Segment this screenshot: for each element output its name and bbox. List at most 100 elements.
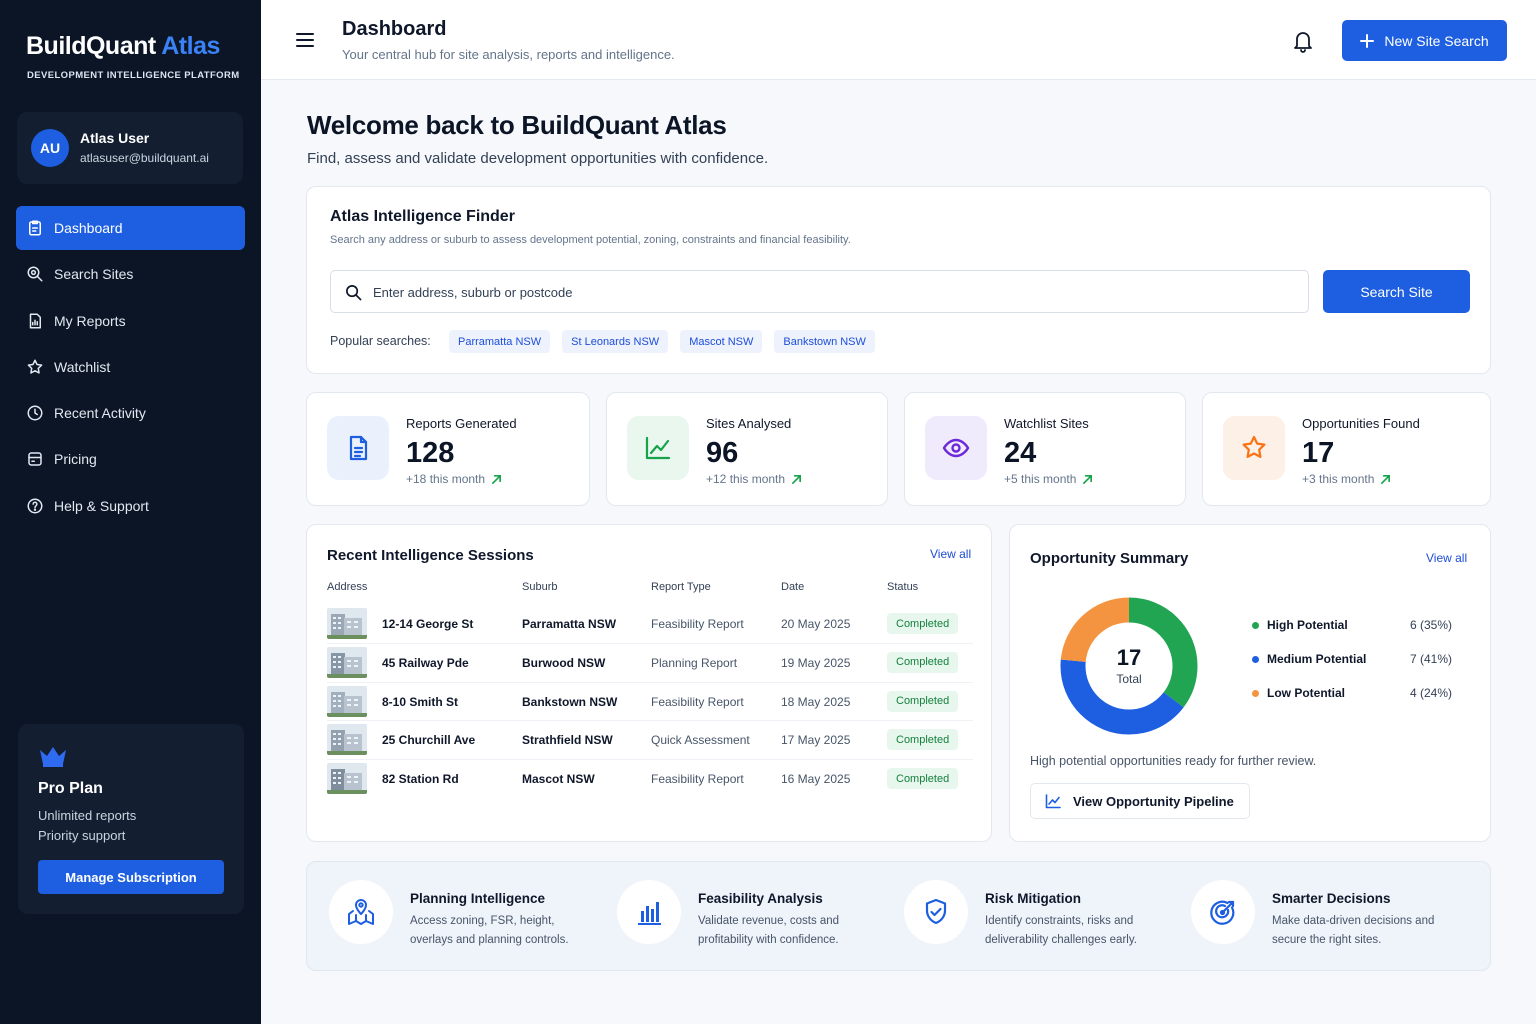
view-pipeline-button[interactable]: View Opportunity Pipeline [1030, 783, 1250, 819]
sidebar-item-label: My Reports [54, 312, 126, 329]
stat-delta: +3 this month [1302, 472, 1391, 486]
legend-label: Medium Potential [1267, 652, 1367, 666]
sessions-view-all-link[interactable]: View all [930, 547, 971, 561]
search-field[interactable] [330, 270, 1309, 313]
search-input[interactable] [373, 279, 1293, 305]
column-header: Status [887, 581, 919, 593]
trend-up-icon [1381, 474, 1391, 484]
stat-delta-text: +5 this month [1004, 472, 1077, 486]
chart-line-icon [1045, 794, 1061, 809]
stat-icon-bg [327, 416, 389, 480]
page-subtitle: Your central hub for site analysis, repo… [342, 47, 675, 62]
top-header: Dashboard Your central hub for site anal… [261, 0, 1536, 80]
property-thumbnail [327, 646, 367, 678]
stat-card-reports[interactable]: Reports Generated 128 +18 this month [306, 392, 590, 506]
cell-address: 12-14 George St [382, 617, 474, 631]
stat-value: 17 [1302, 437, 1335, 469]
plus-icon [1360, 33, 1375, 48]
feature-title: Planning Intelligence [410, 891, 546, 906]
status-badge: Completed [887, 729, 959, 751]
star-icon [1242, 435, 1266, 458]
feature-description: overlays and planning controls. [410, 934, 569, 946]
sessions-title: Recent Intelligence Sessions [327, 547, 534, 564]
legend-label: Low Potential [1267, 686, 1345, 700]
sidebar-item-pricing[interactable]: Pricing [16, 437, 245, 481]
stat-icon-bg [627, 416, 689, 480]
stat-delta: +5 this month [1004, 472, 1093, 486]
table-row[interactable]: 12-14 George St Parramatta NSW Feasibility… [327, 605, 973, 644]
plan-feature: Unlimited reports [38, 808, 137, 823]
user-card[interactable]: AU Atlas User atlasuser@buildquant.ai [17, 112, 243, 184]
stat-delta: +18 this month [406, 472, 502, 486]
popular-search-chip[interactable]: St Leonards NSW [562, 330, 669, 353]
popular-search-chip[interactable]: Parramatta NSW [449, 330, 551, 353]
stat-card-watchlist[interactable]: Watchlist Sites 24 +5 this month [904, 392, 1186, 506]
sidebar-item-help-support[interactable]: Help & Support [16, 484, 245, 528]
cell-date: 20 May 2025 [781, 617, 851, 631]
menu-icon[interactable] [294, 29, 316, 51]
chart-line-icon [645, 436, 671, 460]
sidebar-item-label: Search Sites [54, 266, 134, 283]
legend-value: 7 (41%) [1410, 652, 1453, 666]
stat-icon-bg [925, 416, 987, 480]
stat-value: 96 [706, 437, 739, 469]
feature-description: Access zoning, FSR, height, [410, 915, 555, 927]
status-badge: Completed [887, 613, 959, 634]
eye-icon [942, 438, 970, 458]
cell-report-type: Planning Report [651, 655, 738, 670]
feature-title: Risk Mitigation [985, 891, 1082, 906]
legend-value: 4 (24%) [1410, 686, 1453, 700]
cell-report-type: Quick Assessment [651, 733, 750, 748]
bell-icon[interactable] [1291, 28, 1315, 54]
property-thumbnail [327, 685, 367, 717]
intelligence-finder-card: Atlas Intelligence Finder Search any add… [306, 186, 1491, 374]
column-header: Report Type [651, 581, 711, 593]
cell-suburb: Mascot NSW [522, 772, 595, 787]
stat-icon-bg [1223, 416, 1285, 480]
welcome-title: Welcome back to BuildQuant Atlas [307, 110, 727, 140]
opportunity-view-all-link[interactable]: View all [1426, 551, 1467, 565]
new-site-search-button[interactable]: New Site Search [1342, 20, 1507, 61]
search-icon [346, 285, 362, 301]
stat-card-sites[interactable]: Sites Analysed 96 +12 this month [606, 392, 888, 506]
legend-label: High Potential [1267, 618, 1348, 632]
sidebar-item-search-sites[interactable]: Search Sites [16, 252, 245, 296]
sidebar-item-my-reports[interactable]: My Reports [16, 299, 245, 343]
status-badge: Completed [887, 651, 959, 673]
feature-icon-bg [1191, 880, 1255, 944]
sidebar-item-label: Help & Support [54, 497, 149, 514]
brand-logo[interactable]: BuildQuant Atlas [26, 32, 220, 61]
manage-subscription-button[interactable]: Manage Subscription [38, 860, 224, 894]
feature-description: profitability with confidence. [698, 934, 839, 946]
feature-icon-bg [904, 880, 968, 944]
column-header: Date [781, 581, 805, 593]
sidebar-item-dashboard[interactable]: Dashboard [16, 206, 245, 250]
crown-icon [40, 747, 66, 767]
legend-item-medium: Medium Potential [1252, 652, 1366, 666]
recent-sessions-card: Recent Intelligence Sessions View all Ad… [306, 524, 992, 842]
table-row[interactable]: 25 Churchill Ave Strathfield NSW Quick Ass… [327, 721, 973, 761]
search-sites-icon [27, 266, 43, 282]
popular-searches: Parramatta NSW St Leonards NSW Mascot NS… [449, 330, 875, 353]
legend-item-low: Low Potential [1252, 686, 1345, 700]
table-row[interactable]: 45 Railway Pde Burwood NSW Planning Report… [327, 644, 973, 683]
bar-chart-icon [638, 902, 661, 925]
donut-total-label: Total [1116, 672, 1142, 686]
cell-date: 18 May 2025 [781, 694, 851, 709]
table-row[interactable]: 8-10 Smith St Bankstown NSW Feasibility Re… [327, 683, 973, 722]
table-row[interactable]: 82 Station Rd Mascot NSW Feasibility Repor… [327, 760, 973, 799]
search-site-button[interactable]: Search Site [1323, 270, 1470, 313]
stat-card-opportunities[interactable]: Opportunities Found 17 +3 this month [1202, 392, 1491, 506]
user-name: Atlas User [80, 130, 150, 146]
stat-value: 24 [1004, 437, 1037, 469]
legend-dot [1252, 689, 1259, 697]
sidebar-item-watchlist[interactable]: Watchlist [16, 345, 245, 389]
finder-title: Atlas Intelligence Finder [330, 208, 515, 225]
stat-value: 128 [406, 437, 455, 469]
features-strip: Planning Intelligence Access zoning, FSR… [306, 861, 1491, 971]
cell-suburb: Parramatta NSW [522, 617, 617, 631]
popular-search-chip[interactable]: Bankstown NSW [774, 330, 875, 353]
legend-value: 6 (35%) [1410, 618, 1453, 632]
sidebar-item-recent-activity[interactable]: Recent Activity [16, 391, 245, 435]
popular-search-chip[interactable]: Mascot NSW [680, 330, 763, 353]
